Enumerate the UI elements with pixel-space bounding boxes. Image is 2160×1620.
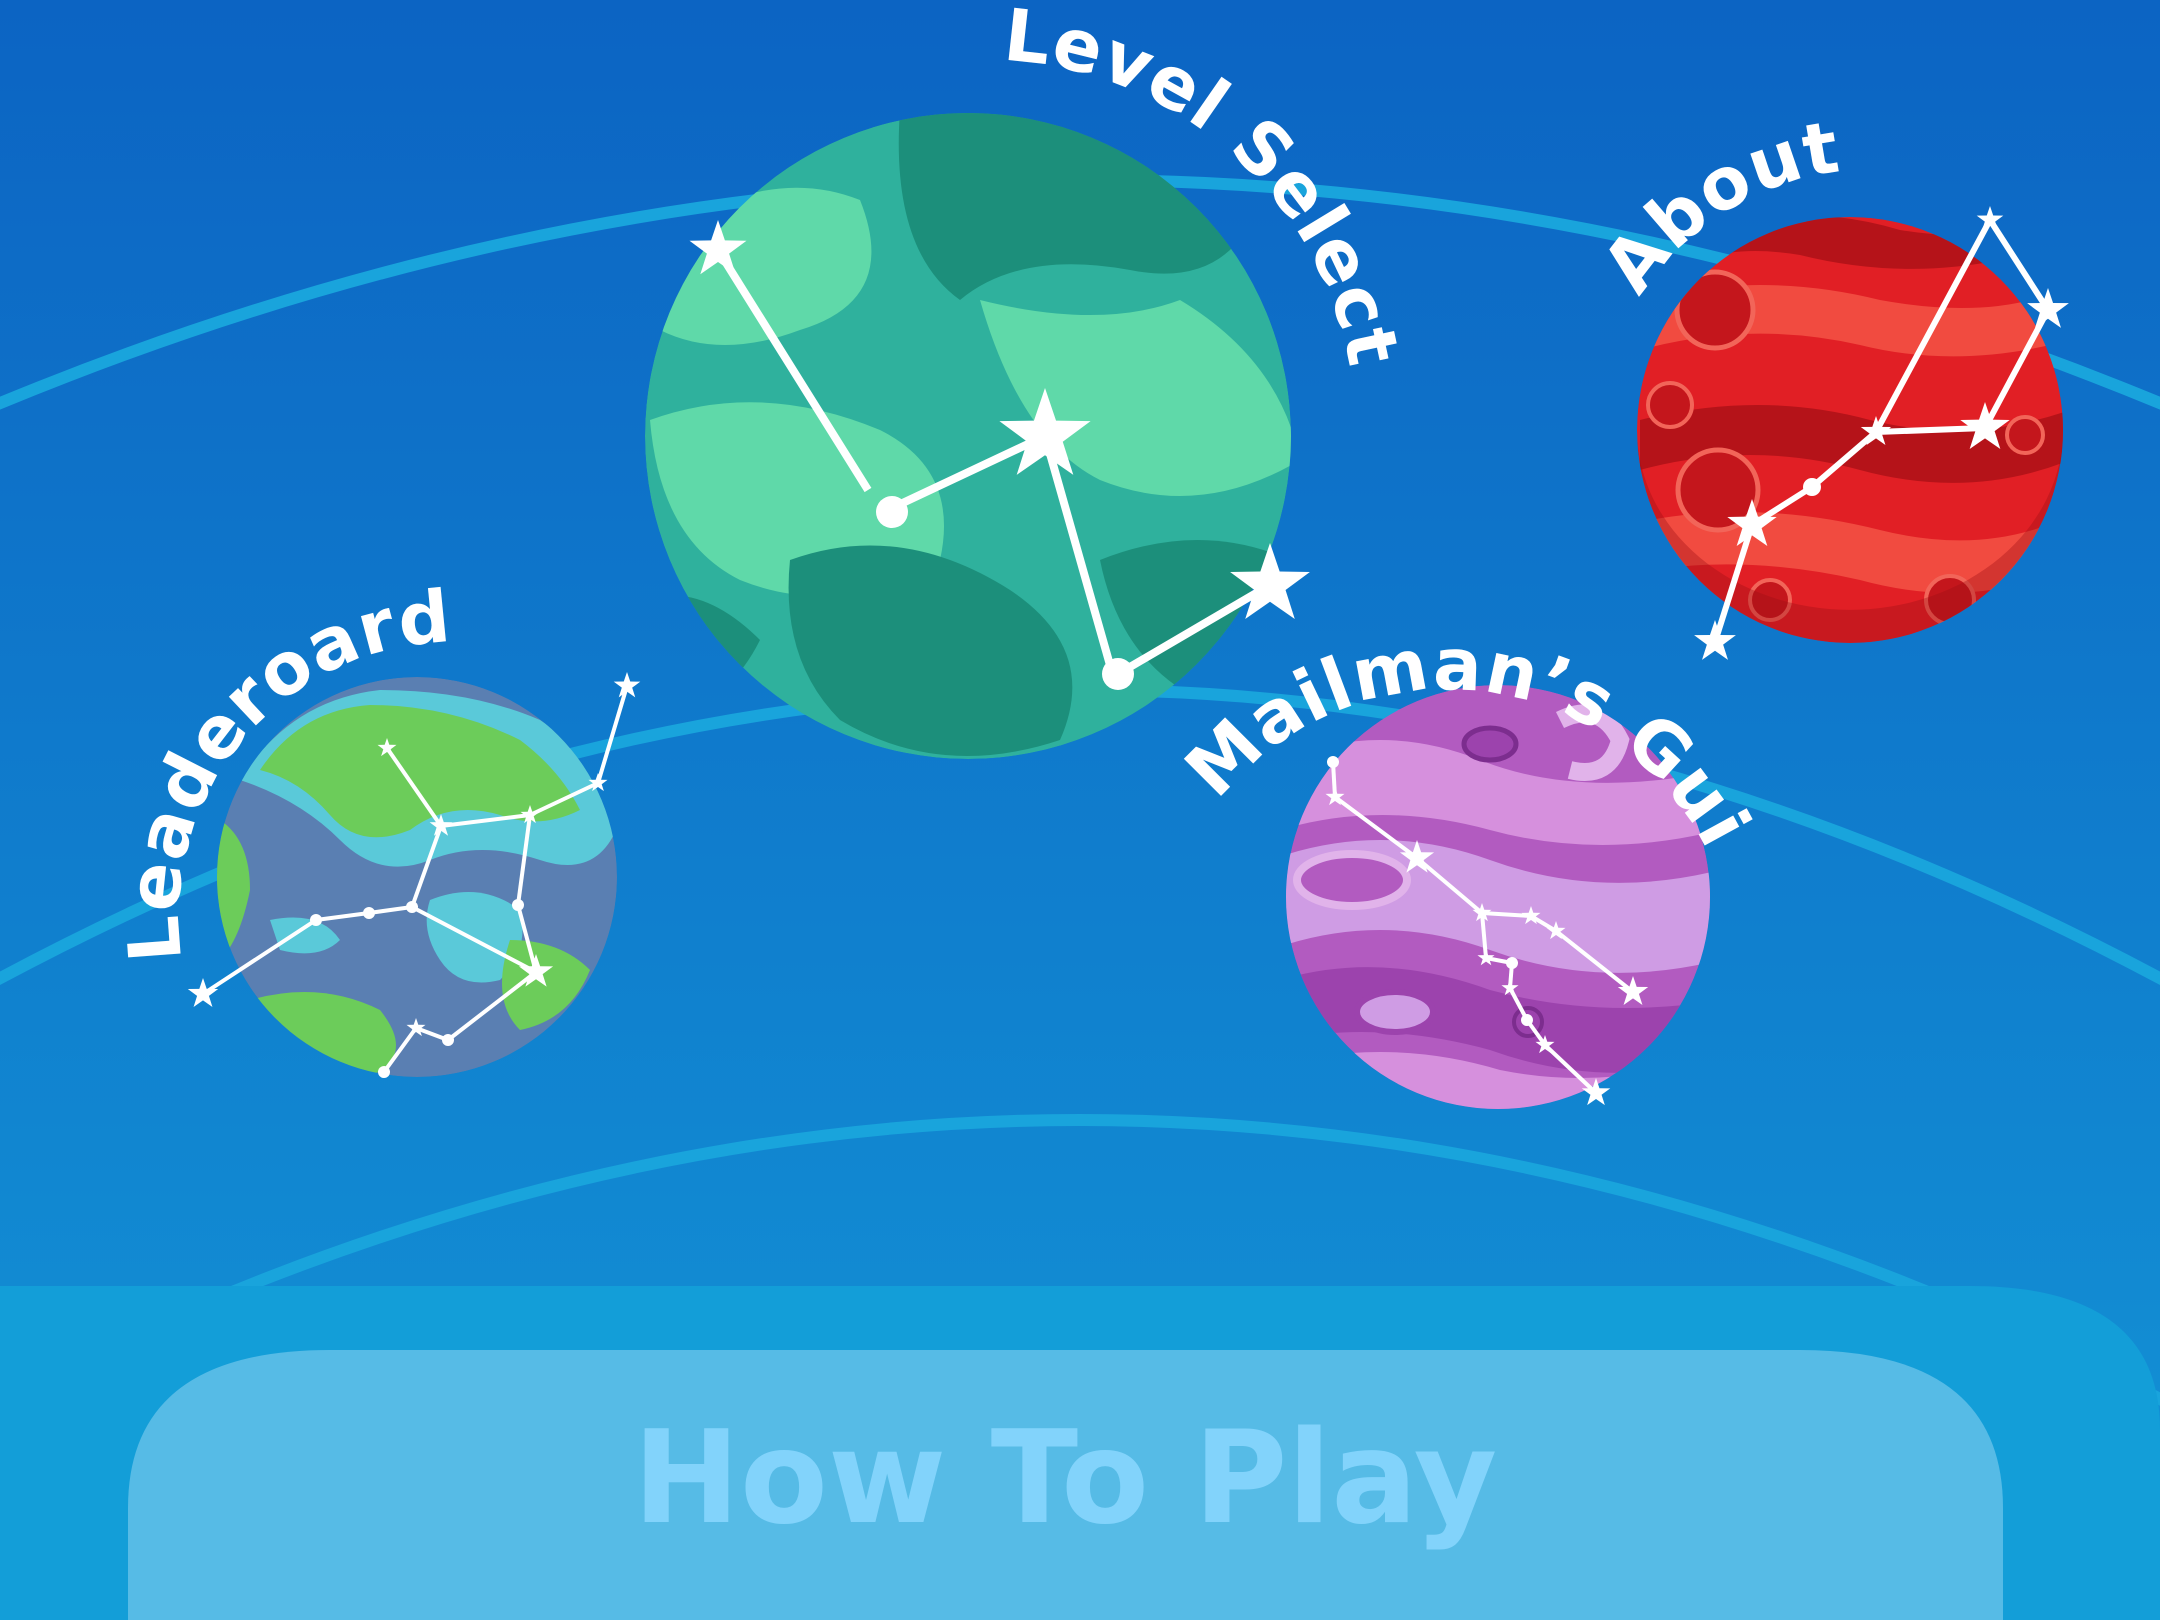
how-to-play-button[interactable]: How To Play <box>0 1286 2160 1620</box>
how-to-play-label: How To Play <box>633 1404 1497 1553</box>
main-menu-scene: Level Select About Leaderoard Mailman’s … <box>0 0 2160 1620</box>
